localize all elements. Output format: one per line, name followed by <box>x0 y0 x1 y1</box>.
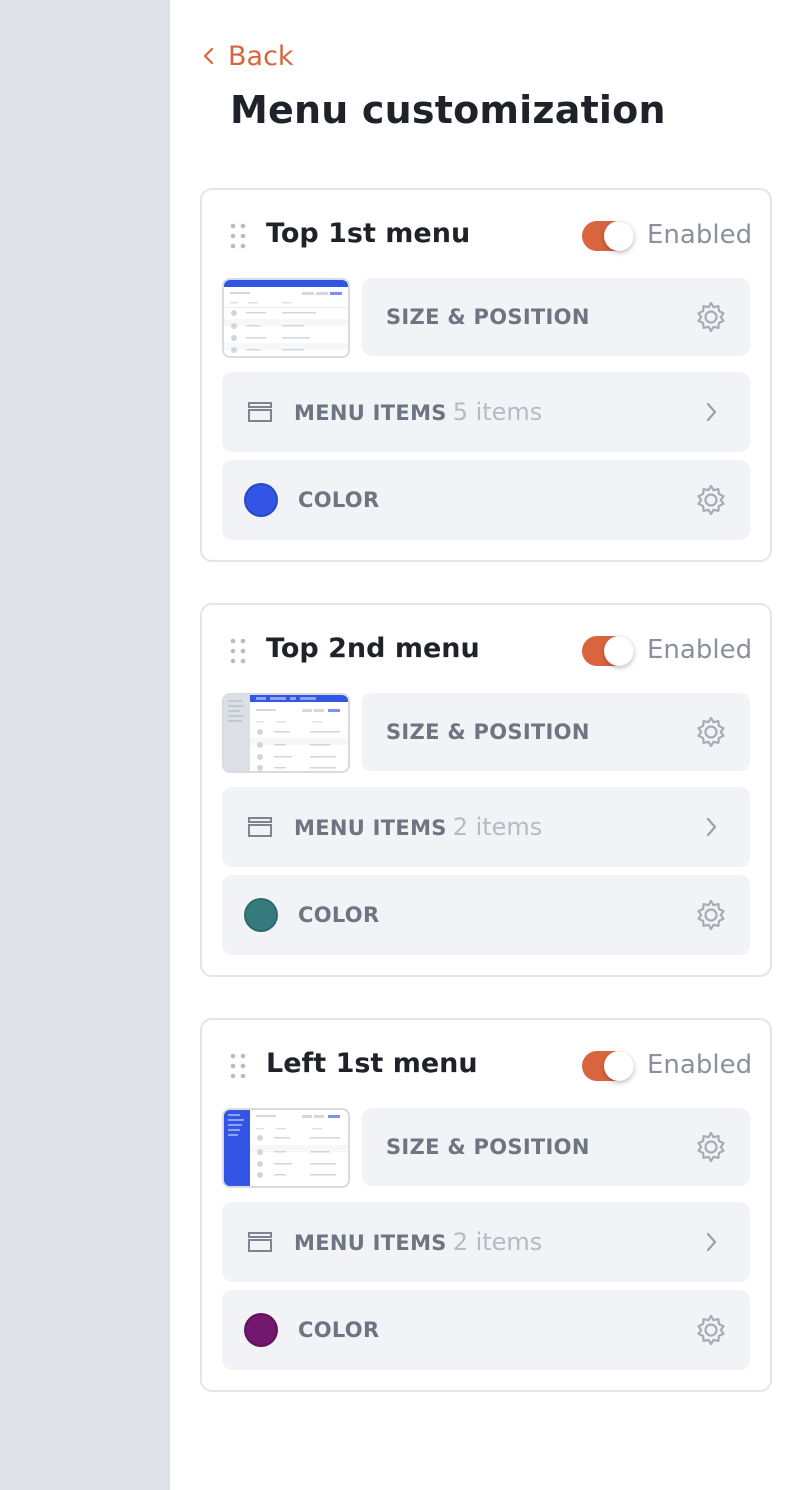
menu-items-label: MENU ITEMS 5 items <box>294 398 543 426</box>
menu-title: Left 1st menu <box>266 1048 478 1079</box>
color-label: COLOR <box>298 903 380 927</box>
toggle-label: Enabled <box>647 220 753 250</box>
size-position-row[interactable]: SIZE & POSITION <box>362 693 750 771</box>
enabled-toggle[interactable] <box>582 221 634 251</box>
menu-items-icon <box>248 402 272 422</box>
menu-card-top-2nd: Top 2nd menu Enabled SIZE & POSITION MEN… <box>200 603 772 977</box>
chevron-left-icon <box>203 47 214 65</box>
menu-title: Top 2nd menu <box>266 633 480 664</box>
back-label: Back <box>228 40 294 72</box>
size-position-row[interactable]: SIZE & POSITION <box>362 1108 750 1186</box>
menu-title: Top 1st menu <box>266 218 471 249</box>
color-swatch[interactable] <box>244 1313 278 1347</box>
chevron-right-icon <box>706 817 717 837</box>
drag-handle-icon[interactable] <box>230 638 246 664</box>
gear-icon[interactable] <box>694 1313 728 1347</box>
size-position-label: SIZE & POSITION <box>386 1135 590 1159</box>
gear-icon[interactable] <box>694 483 728 517</box>
menu-items-row[interactable]: MENU ITEMS 2 items <box>222 1202 750 1282</box>
background-strip <box>0 0 170 1490</box>
menu-preview-thumbnail <box>222 1108 350 1188</box>
toggle-label: Enabled <box>647 1050 753 1080</box>
menu-items-row[interactable]: MENU ITEMS 5 items <box>222 372 750 452</box>
toggle-knob <box>604 221 634 251</box>
gear-icon[interactable] <box>694 898 728 932</box>
color-label: COLOR <box>298 1318 380 1342</box>
drag-handle-icon[interactable] <box>230 223 246 249</box>
size-position-label: SIZE & POSITION <box>386 720 590 744</box>
color-swatch[interactable] <box>244 898 278 932</box>
color-swatch[interactable] <box>244 483 278 517</box>
enabled-toggle[interactable] <box>582 1051 634 1081</box>
toggle-label: Enabled <box>647 635 753 665</box>
menu-card-top-1st: Top 1st menu Enabled SIZE & POSITION MEN… <box>200 188 772 562</box>
menu-items-icon <box>248 1232 272 1252</box>
gear-icon[interactable] <box>694 715 728 749</box>
chevron-right-icon <box>706 402 717 422</box>
color-row[interactable]: COLOR <box>222 875 750 955</box>
gear-icon[interactable] <box>694 1130 728 1164</box>
menu-items-count: 2 items <box>452 813 543 841</box>
size-position-row[interactable]: SIZE & POSITION <box>362 278 750 356</box>
enabled-toggle[interactable] <box>582 636 634 666</box>
menu-card-header: Top 1st menu Enabled <box>202 190 770 280</box>
menu-preview-thumbnail <box>222 278 350 358</box>
menu-items-label: MENU ITEMS 2 items <box>294 1228 543 1256</box>
back-link[interactable]: Back <box>200 38 294 74</box>
menu-card-header: Left 1st menu Enabled <box>202 1020 770 1110</box>
page-title: Menu customization <box>230 88 666 132</box>
menu-items-count: 2 items <box>452 1228 543 1256</box>
menu-card-header: Top 2nd menu Enabled <box>202 605 770 695</box>
color-row[interactable]: COLOR <box>222 460 750 540</box>
drag-handle-icon[interactable] <box>230 1053 246 1079</box>
customization-panel: Back Menu customization Top 1st menu Ena… <box>170 0 802 1490</box>
color-row[interactable]: COLOR <box>222 1290 750 1370</box>
menu-items-count: 5 items <box>452 398 543 426</box>
toggle-knob <box>604 1051 634 1081</box>
menu-card-left-1st: Left 1st menu Enabled SIZE & POSITION ME… <box>200 1018 772 1392</box>
menu-preview-thumbnail <box>222 693 350 773</box>
size-position-label: SIZE & POSITION <box>386 305 590 329</box>
color-label: COLOR <box>298 488 380 512</box>
chevron-right-icon <box>706 1232 717 1252</box>
menu-items-icon <box>248 817 272 837</box>
toggle-knob <box>604 636 634 666</box>
menu-items-row[interactable]: MENU ITEMS 2 items <box>222 787 750 867</box>
gear-icon[interactable] <box>694 300 728 334</box>
menu-items-label: MENU ITEMS 2 items <box>294 813 543 841</box>
